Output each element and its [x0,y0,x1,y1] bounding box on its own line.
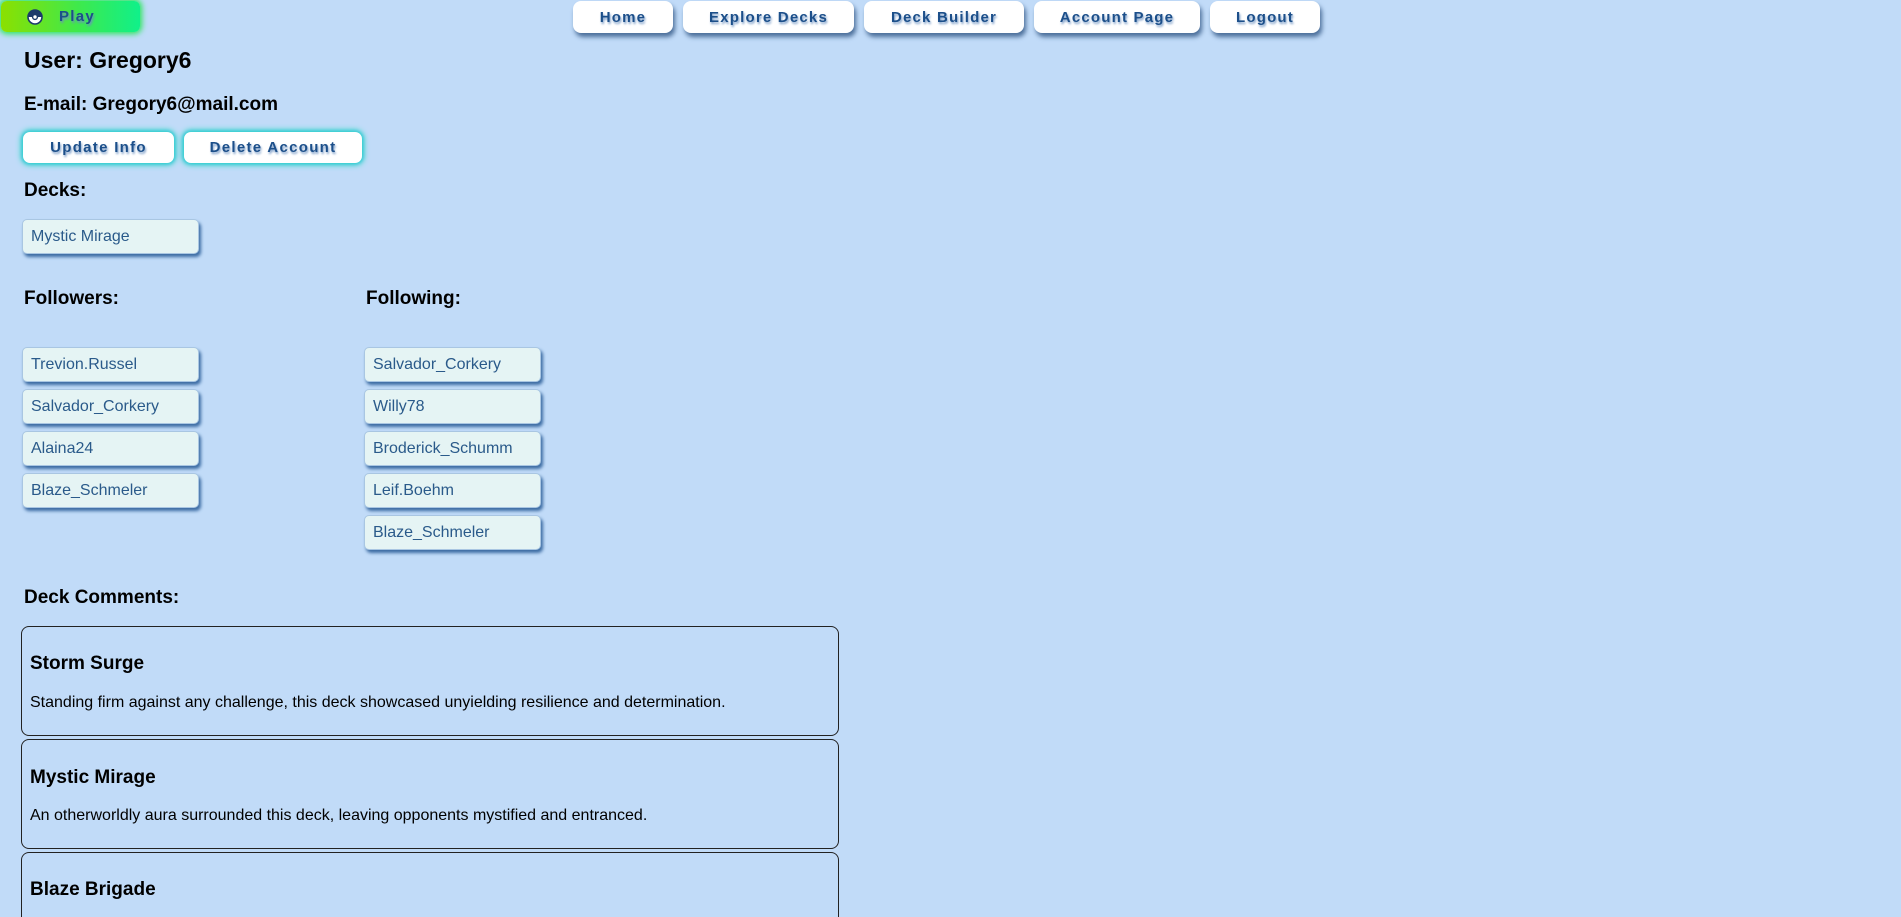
following-link[interactable]: Willy78 [364,389,541,424]
follower-link[interactable]: Trevion.Russel [22,347,199,382]
following-link[interactable]: Broderick_Schumm [364,431,541,466]
comment-text: An otherworldly aura surrounded this dec… [30,807,648,824]
following-link[interactable]: Leif.Boehm [364,473,541,508]
nav-deck-builder-button[interactable]: Deck Builder [864,1,1024,33]
comment-deck-title: Blaze Brigade [30,879,156,900]
decks-heading: Decks: [24,180,87,201]
comment-card: Blaze Brigade [21,852,839,917]
nav-logout-button[interactable]: Logout [1210,1,1320,33]
follower-link[interactable]: Alaina24 [22,431,199,466]
comment-card: Mystic Mirage An otherworldly aura surro… [21,739,839,849]
follower-link[interactable]: Blaze_Schmeler [22,473,199,508]
following-link[interactable]: Blaze_Schmeler [364,515,541,550]
user-name-heading: User: Gregory6 [24,47,192,73]
comment-card: Storm Surge Standing firm against any ch… [21,626,839,736]
following-link[interactable]: Salvador_Corkery [364,347,541,382]
comment-deck-title: Mystic Mirage [30,767,156,788]
nav-account-page-button[interactable]: Account Page [1034,1,1200,33]
deck-link[interactable]: Mystic Mirage [22,219,199,254]
pokeball-icon [27,8,43,25]
following-heading: Following: [366,288,461,309]
nav-home-button[interactable]: Home [573,1,673,33]
deck-comments-heading: Deck Comments: [24,587,180,608]
delete-account-button[interactable]: Delete Account [184,132,362,163]
followers-heading: Followers: [24,288,120,309]
comment-deck-title: Storm Surge [30,653,145,674]
comment-text: Standing firm against any challenge, thi… [30,694,726,711]
follower-link[interactable]: Salvador_Corkery [22,389,199,424]
update-info-button[interactable]: Update Info [23,132,174,163]
play-label: Play [59,8,96,25]
user-email-heading: E-mail: Gregory6@mail.com [24,94,278,115]
play-button[interactable]: Play [1,1,140,32]
nav-explore-decks-button[interactable]: Explore Decks [683,1,854,33]
